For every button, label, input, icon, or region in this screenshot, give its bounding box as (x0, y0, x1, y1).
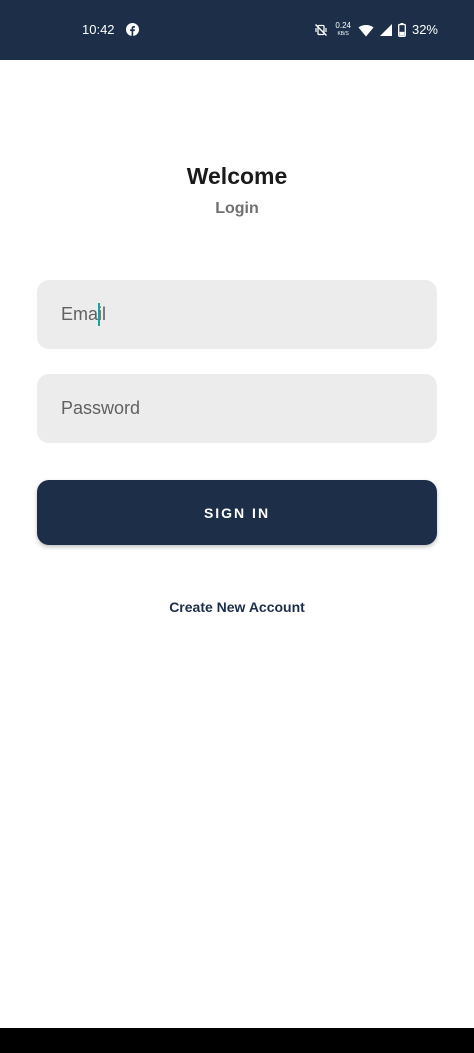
email-field-container[interactable] (37, 280, 437, 349)
create-account-link[interactable]: Create New Account (0, 598, 474, 616)
facebook-icon (126, 23, 139, 36)
status-bar: 10:42 0.24 KB/S 32% (0, 0, 474, 60)
battery-icon (398, 23, 406, 37)
text-cursor (98, 303, 100, 326)
vibrate-off-icon (314, 23, 328, 37)
navigation-bar (0, 1028, 474, 1053)
page-title: Welcome (186, 163, 288, 189)
wifi-icon (358, 24, 374, 37)
page-subtitle: Login (215, 200, 259, 217)
sign-in-button[interactable]: SIGN IN (37, 480, 437, 545)
net-speed-value: 0.24 (335, 21, 351, 30)
cell-signal-icon (379, 23, 393, 37)
email-input[interactable] (61, 280, 413, 349)
password-field-container[interactable] (37, 374, 437, 443)
status-icons: 0.24 KB/S 32% (314, 20, 438, 40)
net-speed-unit: KB/S (337, 31, 349, 37)
status-time: 10:42 (82, 22, 115, 37)
password-input[interactable] (61, 374, 413, 443)
net-speed: 0.24 KB/S (335, 22, 351, 38)
battery-percent: 32% (411, 22, 438, 37)
